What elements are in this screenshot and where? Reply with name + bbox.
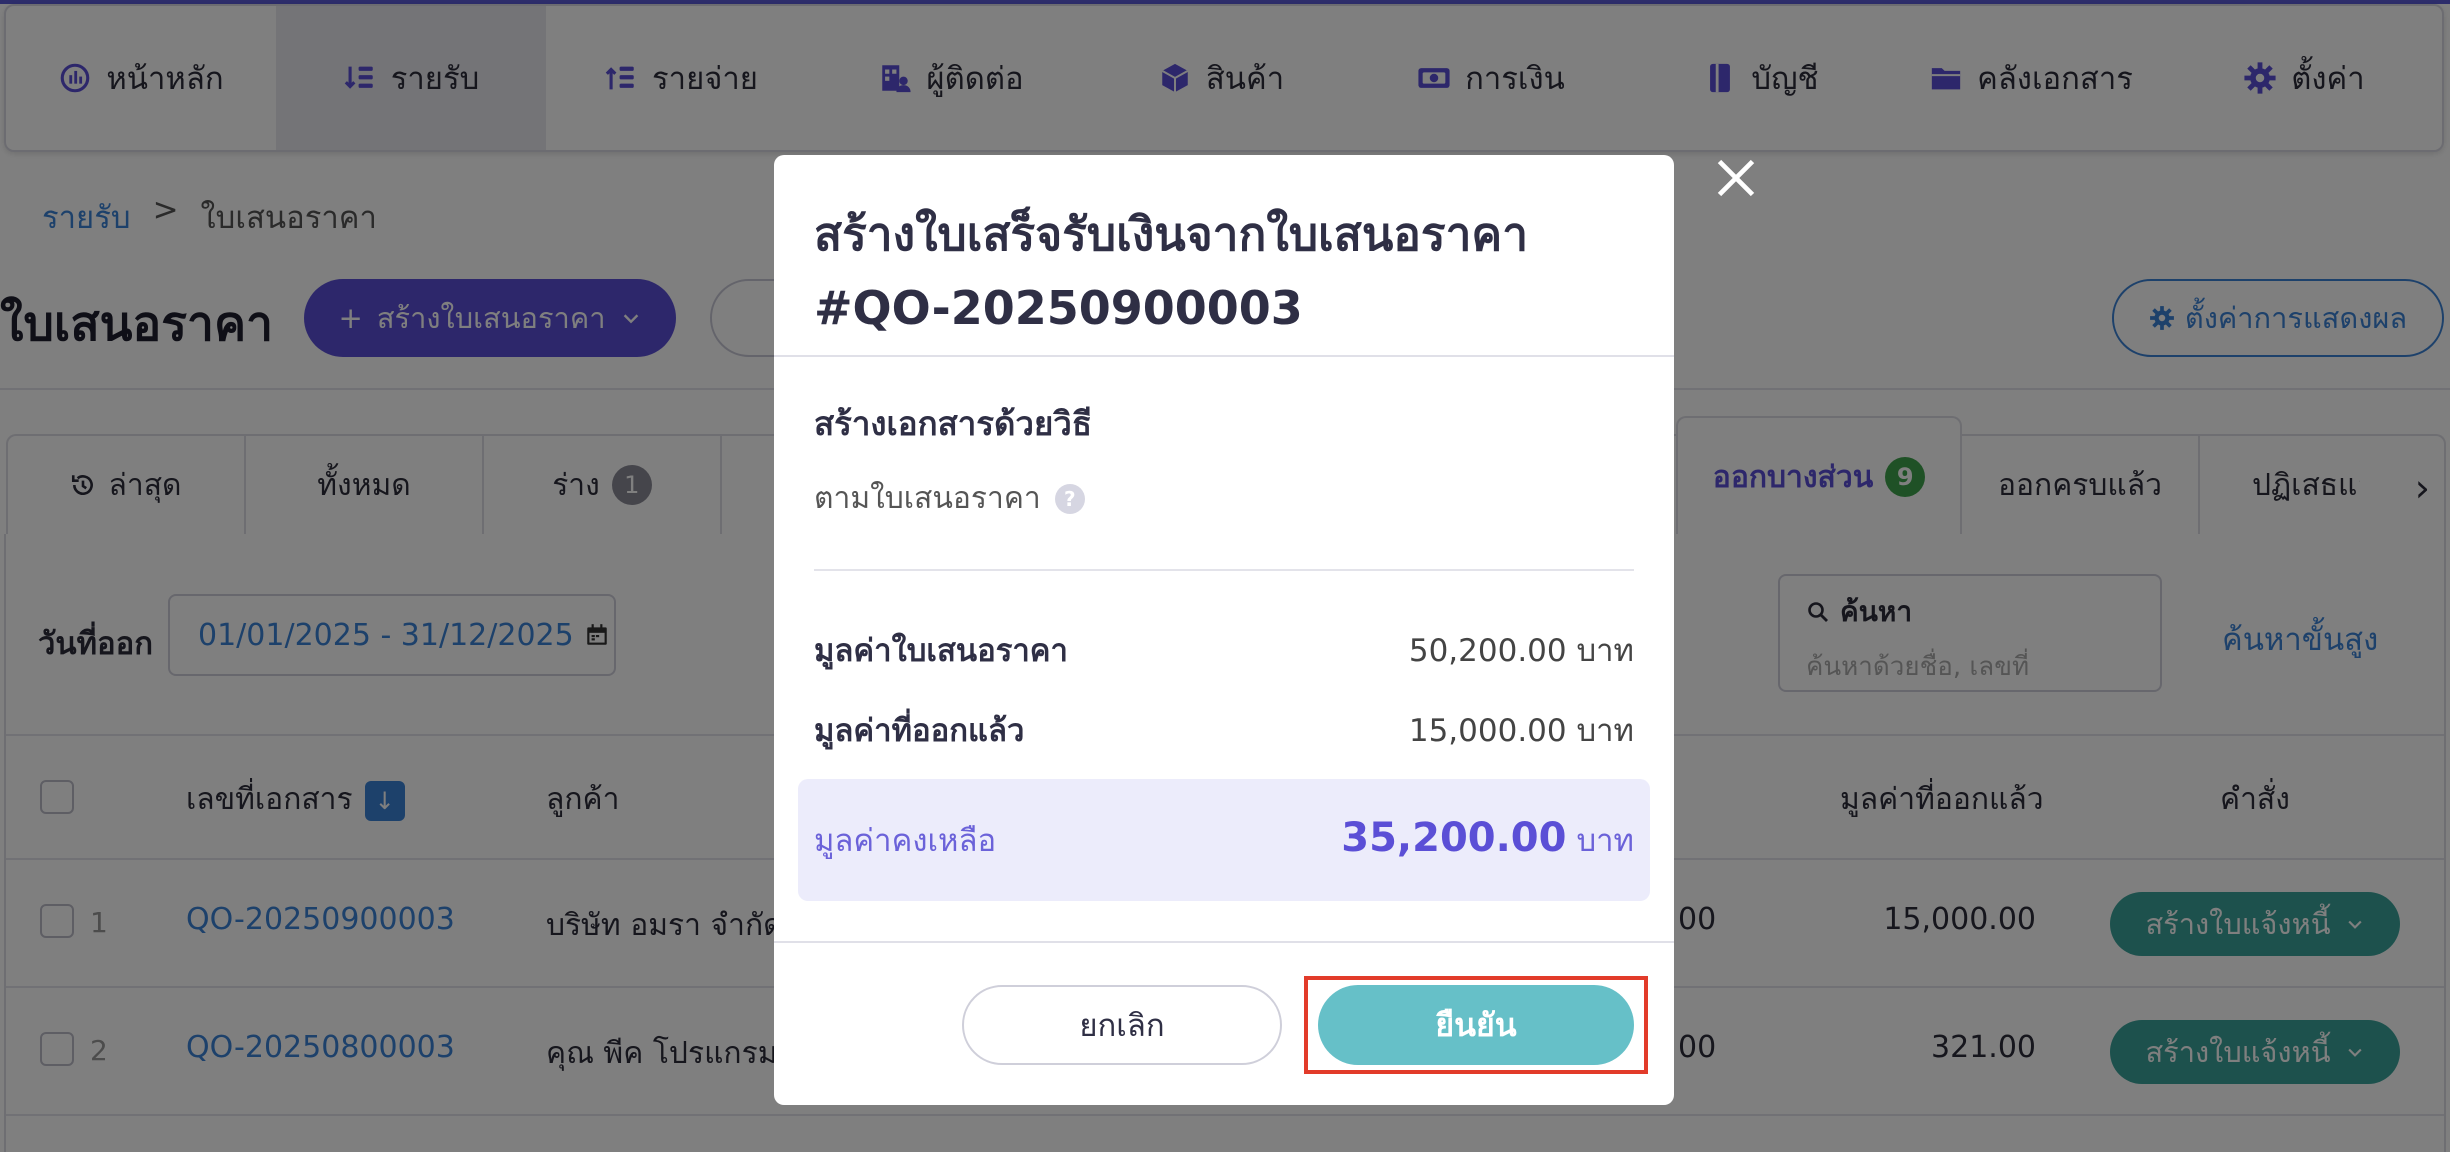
quotation-value-label: มูลค่าใบเสนอราคา (814, 633, 1068, 669)
quotation-value: 50,200.00 บาท (1408, 633, 1634, 669)
dialog-title-line2: #QO-20250900003 (814, 281, 1303, 335)
highlight-frame: ยืนยัน (1304, 976, 1648, 1074)
issued-value: 15,000.00 บาท (1408, 713, 1634, 749)
section-divider (814, 569, 1634, 571)
dialog-title: สร้างใบเสร็จรับเงินจากใบเสนอราคา #QO-202… (814, 197, 1634, 345)
help-icon[interactable]: ? (1054, 483, 1085, 514)
close-icon[interactable] (1714, 156, 1758, 200)
cancel-button[interactable]: ยกเลิก (962, 985, 1282, 1065)
remaining-value-box: มูลค่าคงเหลือ 35,200.00 บาท (798, 779, 1650, 901)
remaining-value-label: มูลค่าคงเหลือ (814, 823, 997, 859)
confirm-button[interactable]: ยืนยัน (1318, 985, 1634, 1065)
create-receipt-dialog: สร้างใบเสร็จรับเงินจากใบเสนอราคา #QO-202… (774, 155, 1674, 1105)
remaining-unit: บาท (1576, 823, 1634, 859)
issued-value-label: มูลค่าที่ออกแล้ว (814, 713, 1025, 749)
remaining-value: 35,200.00 (1341, 815, 1567, 861)
dialog-divider (774, 355, 1674, 357)
dialog-footer-divider (774, 941, 1674, 943)
quotation-value-row: มูลค่าใบเสนอราคา 50,200.00 บาท (814, 625, 1634, 675)
issued-value-row: มูลค่าที่ออกแล้ว 15,000.00 บาท (814, 705, 1634, 755)
method-option: ตามใบเสนอราคา ? (814, 475, 1085, 522)
method-label: ตามใบเสนอราคา (814, 481, 1041, 516)
method-section-title: สร้างเอกสารด้วยวิธี (814, 404, 1092, 443)
dialog-title-line1: สร้างใบเสร็จรับเงินจากใบเสนอราคา (814, 207, 1529, 261)
